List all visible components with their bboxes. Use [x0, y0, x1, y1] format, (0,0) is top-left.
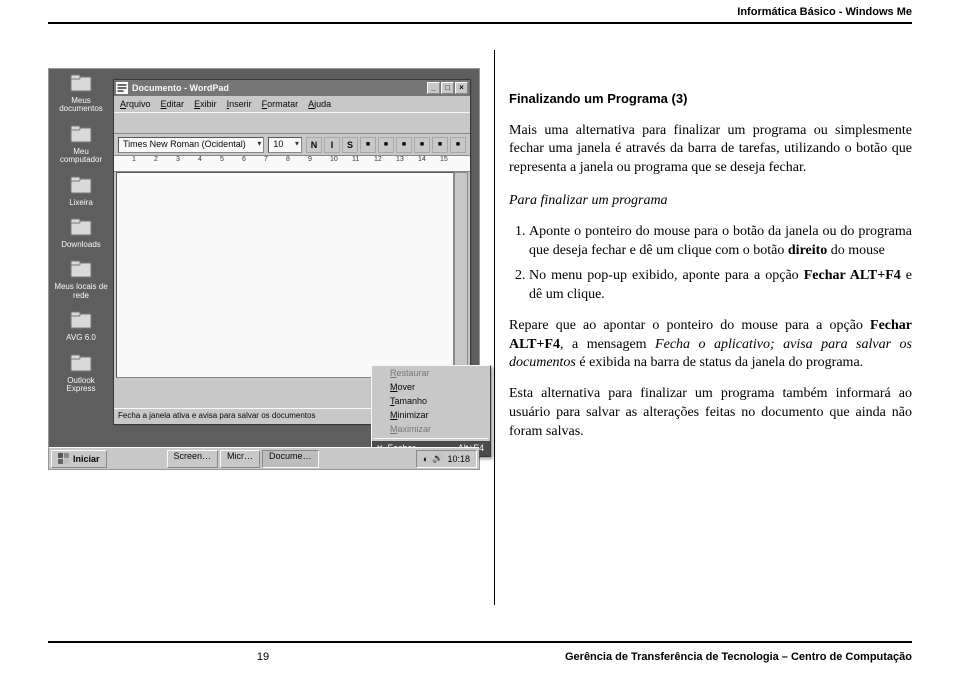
- article-closing: Esta alternativa para finalizar um progr…: [509, 385, 912, 442]
- header-rule: [48, 22, 912, 24]
- standard-toolbar[interactable]: [114, 112, 470, 134]
- menu-item[interactable]: Formatar: [262, 99, 299, 109]
- desktop-icon[interactable]: Meus locais de rede: [53, 257, 109, 300]
- font-size-combo[interactable]: 10: [268, 137, 302, 153]
- system-tray[interactable]: ◐ 🔊 10:18: [416, 450, 477, 468]
- document-area[interactable]: [116, 172, 454, 378]
- context-menu-item: Restaurar: [372, 366, 490, 380]
- tray-icon[interactable]: 🔊: [432, 453, 443, 464]
- format-button[interactable]: ■: [360, 137, 376, 153]
- footer-org: Gerência de Transferência de Tecnologia …: [478, 651, 912, 663]
- menu-item[interactable]: Ajuda: [308, 99, 331, 109]
- desktop-icon-label: Meus locais de rede: [53, 283, 109, 300]
- format-button[interactable]: ■: [396, 137, 412, 153]
- article-intro: Mais uma alternativa para finalizar um p…: [509, 122, 912, 179]
- toolbar-button[interactable]: [258, 114, 276, 132]
- page-header: Informática Básico - Windows Me: [737, 6, 912, 18]
- windows-logo-icon: [58, 453, 70, 465]
- vertical-scrollbar[interactable]: [454, 172, 468, 378]
- desktop-icon[interactable]: AVG 6.0: [53, 308, 109, 342]
- toolbar-button[interactable]: [218, 114, 236, 132]
- article-column: Finalizando um Programa (3) Mais uma alt…: [509, 50, 912, 605]
- menu-item[interactable]: Arquivo: [120, 99, 151, 109]
- context-menu-item[interactable]: Mover: [372, 380, 490, 394]
- quick-launch-icon[interactable]: [147, 451, 163, 467]
- article-subheading: Para finalizar um programa: [509, 192, 912, 211]
- quick-launch-icon[interactable]: [111, 451, 127, 467]
- context-menu-item[interactable]: Tamanho: [372, 394, 490, 408]
- toolbar-button[interactable]: [158, 114, 176, 132]
- toolbar-button[interactable]: [178, 114, 196, 132]
- minimize-button[interactable]: _: [427, 82, 440, 94]
- format-toolbar[interactable]: Times New Roman (Ocidental) 10 NIS■■■■■■: [114, 134, 470, 156]
- toolbar-button[interactable]: [118, 114, 136, 132]
- article-heading: Finalizando um Programa (3): [509, 90, 912, 108]
- context-menu-item[interactable]: Minimizar: [372, 408, 490, 422]
- app-icon: [116, 82, 128, 94]
- format-button[interactable]: ■: [450, 137, 466, 153]
- desktop-icon[interactable]: Meu computador: [53, 122, 109, 165]
- toolbar-button[interactable]: [138, 114, 156, 132]
- taskbar-task-button[interactable]: Docume…: [262, 450, 319, 468]
- menu-bar[interactable]: Arquivo Editar Exibir Inserir Formatar Ajuda: [114, 96, 470, 112]
- format-button[interactable]: N: [306, 137, 322, 153]
- taskbar-task-button[interactable]: Micr…: [220, 450, 260, 468]
- desktop-icon-label: Meu computador: [53, 148, 109, 165]
- step-item: Aponte o ponteiro do mouse para o botão …: [529, 223, 912, 261]
- start-label: Iniciar: [73, 454, 100, 464]
- taskbar-task-button[interactable]: Screen…: [167, 450, 219, 468]
- toolbar-button[interactable]: [238, 114, 256, 132]
- taskbar-context-menu[interactable]: RestaurarMoverTamanhoMinimizarMaximizar✕…: [371, 365, 491, 457]
- format-button[interactable]: ■: [432, 137, 448, 153]
- desktop-icon[interactable]: Meus documentos: [53, 71, 109, 114]
- menu-item[interactable]: Exibir: [194, 99, 217, 109]
- quick-launch-icon[interactable]: [129, 451, 145, 467]
- step-item: No menu pop-up exibido, aponte para a op…: [529, 267, 912, 305]
- taskbar-tasks: Screen…Micr…Docume…: [167, 450, 321, 468]
- maximize-button[interactable]: □: [441, 82, 454, 94]
- window-titlebar[interactable]: Documento - WordPad _ □ ×: [114, 80, 470, 96]
- toolbar-button[interactable]: [298, 114, 316, 132]
- figure-column: Meus documentos Meu computador Lixeira Down…: [48, 50, 488, 605]
- start-button[interactable]: Iniciar: [51, 450, 107, 468]
- taskbar[interactable]: Iniciar Screen…Micr…Docume… ◐ 🔊 10:18: [49, 447, 479, 469]
- window-title: Documento - WordPad: [132, 83, 229, 93]
- desktop-icon-label: Meus documentos: [53, 97, 109, 114]
- quick-launch[interactable]: [111, 451, 163, 467]
- format-buttons-group: NIS■■■■■■: [306, 137, 466, 153]
- menu-item[interactable]: Editar: [161, 99, 185, 109]
- menu-item[interactable]: Inserir: [227, 99, 252, 109]
- format-button[interactable]: I: [324, 137, 340, 153]
- desktop-icon-label: Lixeira: [69, 199, 93, 207]
- desktop-icon[interactable]: Outlook Express: [53, 351, 109, 394]
- toolbar-button[interactable]: [198, 114, 216, 132]
- format-button[interactable]: S: [342, 137, 358, 153]
- steps-list: Aponte o ponteiro do mouse para o botão …: [509, 223, 912, 305]
- page-footer: 19 Gerência de Transferência de Tecnolog…: [48, 651, 912, 663]
- desktop-icon-label: Outlook Express: [53, 377, 109, 394]
- desktop-icon[interactable]: Lixeira: [53, 173, 109, 207]
- format-button[interactable]: ■: [414, 137, 430, 153]
- page-number: 19: [48, 651, 478, 663]
- article-note: Repare que ao apontar o ponteiro do mous…: [509, 317, 912, 374]
- desktop-icon-label: Downloads: [61, 241, 101, 249]
- menu-separator: [374, 438, 488, 439]
- footer-rule: [48, 641, 912, 643]
- close-button[interactable]: ×: [455, 82, 468, 94]
- desktop-icon-list: Meus documentos Meu computador Lixeira Down…: [53, 71, 109, 401]
- desktop-screenshot: Meus documentos Meu computador Lixeira Down…: [48, 68, 480, 470]
- font-name-combo[interactable]: Times New Roman (Ocidental): [118, 137, 264, 153]
- tray-icon[interactable]: ◐: [423, 454, 428, 464]
- format-button[interactable]: ■: [378, 137, 394, 153]
- toolbar-button[interactable]: [278, 114, 296, 132]
- column-divider: [494, 50, 495, 605]
- context-menu-item: Maximizar: [372, 422, 490, 436]
- desktop-icon-label: AVG 6.0: [66, 334, 96, 342]
- desktop-icon[interactable]: Downloads: [53, 215, 109, 249]
- clock: 10:18: [447, 454, 470, 464]
- ruler[interactable]: 123456789101112131415: [114, 156, 470, 172]
